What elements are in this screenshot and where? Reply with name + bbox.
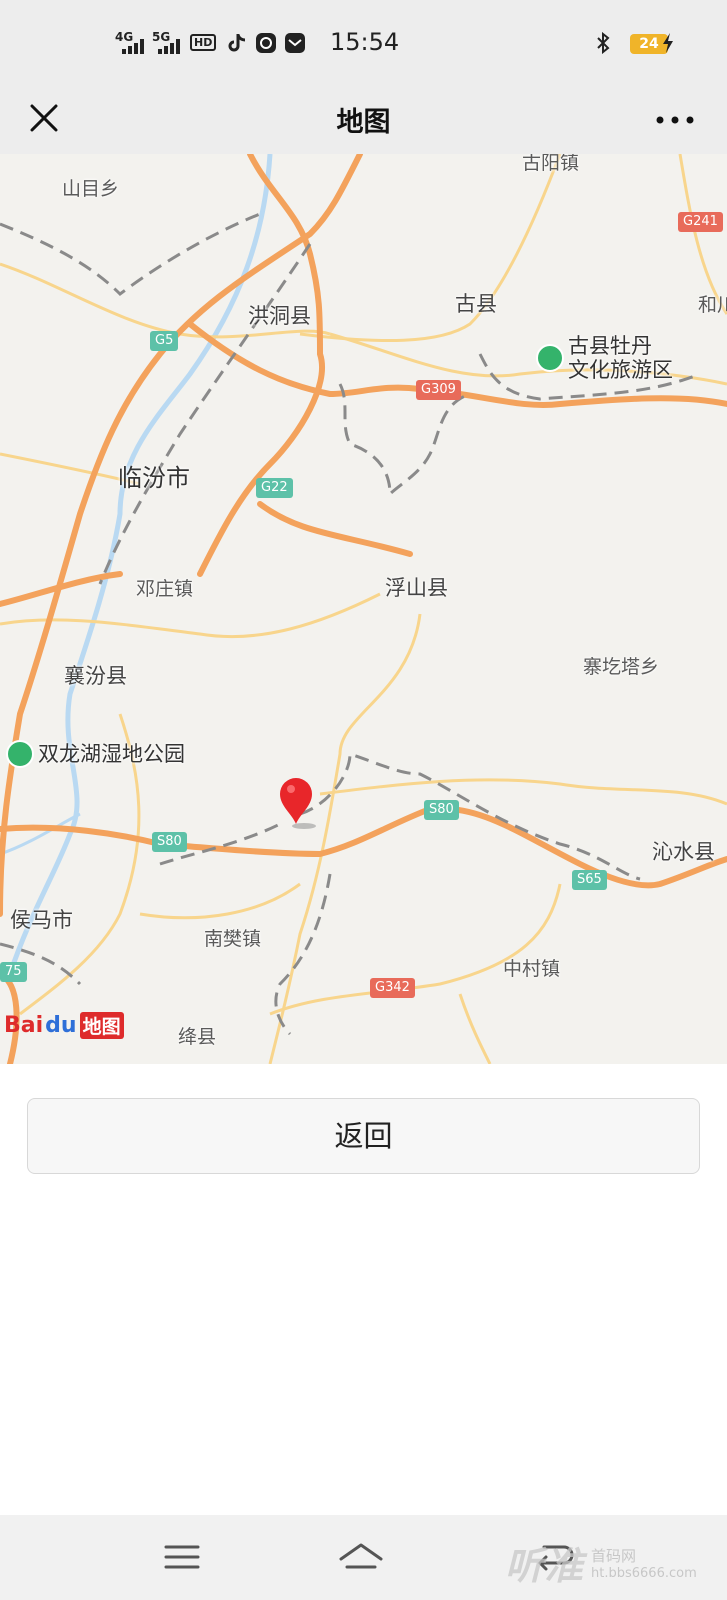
- place-label: 襄汾县: [64, 664, 127, 688]
- road-shield: G5: [150, 331, 179, 351]
- poi-peony-park[interactable]: 古县牡丹 文化旅游区: [536, 334, 673, 382]
- hd-voice-icon: HD: [190, 34, 217, 51]
- home-icon[interactable]: [337, 1537, 385, 1577]
- road-shield: G342: [370, 978, 415, 998]
- watermark: 听准 首码网 ht.bbs6666.com: [505, 1544, 697, 1588]
- road-shield: S65: [572, 870, 607, 890]
- place-label: 古阳镇: [522, 154, 580, 174]
- road-shield: 75: [0, 962, 27, 982]
- place-label: 沁水县: [652, 840, 715, 864]
- page-title: 地图: [336, 107, 391, 138]
- place-label: 中村镇: [503, 958, 561, 980]
- poi-label: 文化旅游区: [568, 358, 673, 382]
- system-nav-bar: 听准 首码网 ht.bbs6666.com: [0, 1515, 727, 1600]
- more-icon[interactable]: [650, 94, 700, 142]
- park-icon: [536, 344, 564, 372]
- charging-icon: [663, 33, 673, 53]
- map-roads: [0, 154, 727, 1064]
- park-icon: [6, 740, 34, 768]
- place-label: 侯马市: [10, 908, 73, 932]
- location-pin-icon[interactable]: [276, 776, 324, 832]
- place-label: 临汾市: [118, 464, 190, 492]
- media-icon: [256, 33, 276, 53]
- mail-icon: [285, 33, 305, 53]
- place-label: 山目乡: [62, 178, 120, 200]
- title-bar: 地图: [0, 82, 727, 154]
- place-label: 洪洞县: [248, 304, 311, 328]
- place-label: 古县: [455, 292, 497, 316]
- place-label: 和川: [698, 294, 727, 316]
- map-view[interactable]: 山目乡 古阳镇 洪洞县 古县 和川 临汾市 邓庄镇 浮山县 寨圪塔乡 襄汾县 侯…: [0, 154, 727, 1064]
- road-shield: G22: [256, 478, 293, 498]
- menu-icon[interactable]: [158, 1537, 206, 1577]
- poi-label: 双龙湖湿地公园: [38, 742, 185, 766]
- road-shield: G309: [416, 380, 461, 400]
- road-shield: S80: [424, 800, 459, 820]
- signal-icon: [158, 39, 180, 54]
- road-shield: G241: [678, 212, 723, 232]
- baidu-map-logo: Bai du 地图: [4, 1012, 124, 1039]
- place-label: 寨圪塔乡: [583, 656, 660, 678]
- place-label: 绛县: [178, 1026, 217, 1048]
- place-label: 浮山县: [385, 576, 448, 600]
- place-label: 邓庄镇: [136, 578, 194, 600]
- poi-label: 古县牡丹: [568, 334, 652, 358]
- poi-wetland-park[interactable]: 双龙湖湿地公园: [6, 740, 185, 768]
- bluetooth-icon: [597, 32, 610, 54]
- tiktok-icon: [228, 34, 246, 52]
- back-button[interactable]: 返回: [27, 1098, 700, 1174]
- place-label: 南樊镇: [204, 928, 262, 950]
- road-shield: S80: [152, 832, 187, 852]
- status-time: 15:54: [330, 28, 400, 56]
- signal-icon: [122, 39, 144, 54]
- status-bar: 4G 5G HD 15:54 24: [0, 0, 727, 82]
